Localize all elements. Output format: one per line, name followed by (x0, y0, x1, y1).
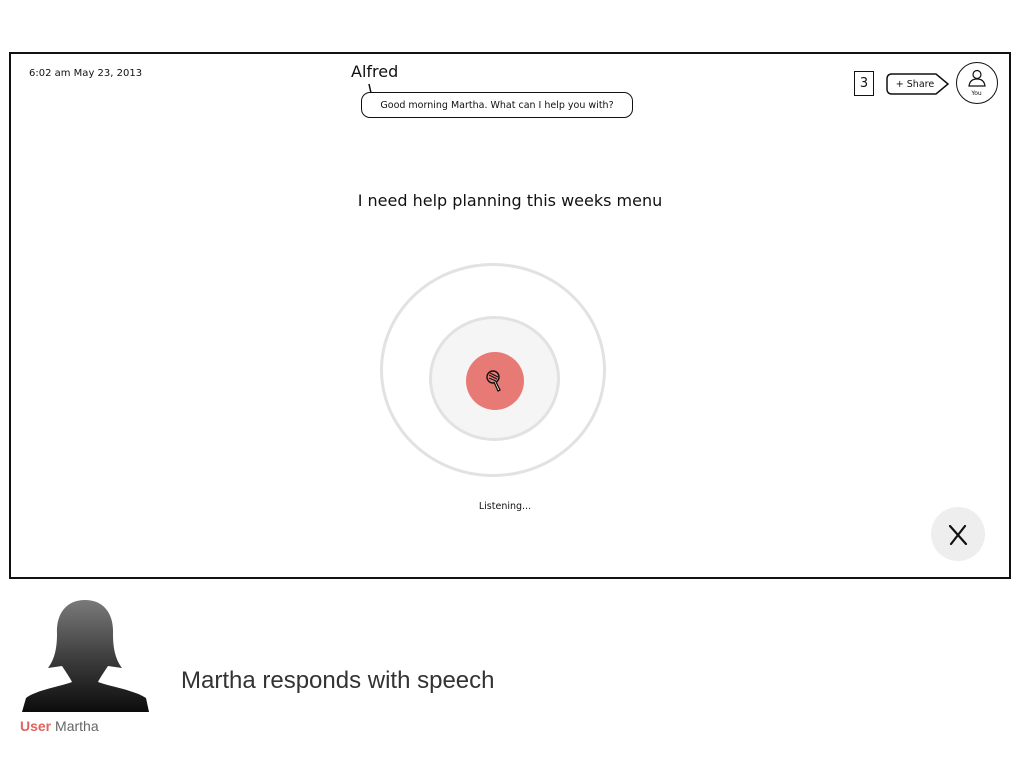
avatar-label: You (971, 90, 982, 97)
persona-silhouette-image (22, 600, 149, 712)
assistant-name: Alfred (351, 62, 399, 81)
user-utterance-text: I need help planning this weeks menu (357, 191, 663, 210)
user-avatar-button[interactable]: You (956, 62, 998, 104)
notification-count-badge[interactable]: 3 (854, 71, 874, 96)
persona-name: Martha (55, 718, 99, 734)
app-frame: 6:02 am May 23, 2013 Alfred Good morning… (9, 52, 1011, 579)
listening-status: Listening... (478, 501, 532, 512)
close-x-icon (948, 525, 968, 545)
share-button[interactable]: + Share (886, 73, 950, 95)
scene-description: Martha responds with speech (181, 667, 495, 694)
assistant-message: Good morning Martha. What can I help you… (380, 99, 614, 111)
microphone-button[interactable] (466, 352, 524, 410)
datetime-label: 6:02 am May 23, 2013 (29, 68, 143, 79)
close-button[interactable] (931, 507, 985, 561)
user-icon (968, 69, 986, 87)
assistant-speech-bubble: Good morning Martha. What can I help you… (361, 92, 633, 118)
share-label: + Share (895, 78, 935, 90)
persona-caption: User Martha (20, 718, 99, 734)
microphone-icon (486, 370, 501, 392)
persona-role: User (20, 718, 52, 734)
